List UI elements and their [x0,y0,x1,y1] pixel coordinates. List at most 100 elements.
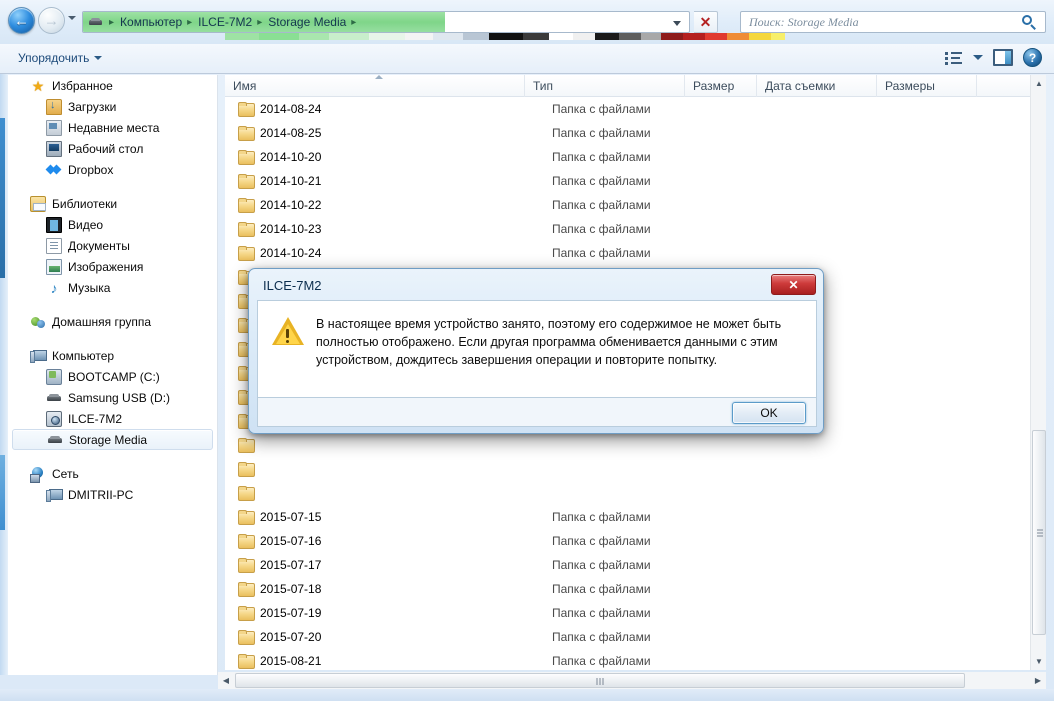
scroll-left-icon[interactable]: ◀ [218,672,234,689]
dialog-close-button[interactable]: ✕ [771,274,816,295]
organize-button[interactable]: Упорядочить [18,51,103,65]
column-header-label: Размеры [885,78,935,93]
sidebar-item-dmitrii-pc[interactable]: DMITRII-PC [8,484,217,505]
sidebar-item-[interactable]: Видео [8,214,217,235]
downloads-icon [46,98,62,115]
breadcrumb-item-device[interactable]: ILCE-7M2 [195,15,255,29]
sidebar-group-4[interactable]: Компьютер [8,345,217,366]
table-row[interactable]: 2015-07-19 Папка с файлами [225,601,1030,625]
table-row[interactable]: 2015-08-21 Папка с файлами [225,649,1030,670]
column-header-label: Дата съемки [765,78,836,93]
sidebar-group-5[interactable]: Сеть [8,463,217,484]
preview-pane-icon[interactable] [993,49,1013,66]
column-header-4[interactable]: Дата съемки [757,75,877,97]
color-swatch [369,33,405,40]
address-chevron-down-icon[interactable] [673,21,681,26]
horizontal-scrollbar[interactable]: ◀ ▶ [218,672,1046,689]
sidebar-group-label: Библиотеки [52,196,118,211]
color-swatch [405,33,433,40]
breadcrumb-item-computer[interactable]: Компьютер [117,15,185,29]
search-box[interactable]: Поиск: Storage Media [740,11,1046,33]
cell-type: Папка с файлами [552,582,651,596]
view-chevron-down-icon[interactable] [973,55,983,60]
breadcrumb: ▸ Компьютер ▸ ILCE-7M2 ▸ Storage Media ▸ [83,15,359,29]
table-row[interactable]: 2014-10-23 Папка с файлами [225,217,1030,241]
command-toolbar: Упорядочить ? [0,44,1054,74]
color-swatch [225,33,259,40]
table-row[interactable]: 2015-07-18 Папка с файлами [225,577,1030,601]
forward-button[interactable]: → [38,7,65,34]
view-options-icon[interactable] [945,50,963,66]
sidebar-item-[interactable]: Рабочий стол [8,138,217,159]
column-header-5[interactable]: Размеры [877,75,977,97]
sidebar-item-[interactable]: Документы [8,235,217,256]
dialog-title: ILCE-7M2 [263,278,322,293]
sidebar-item-[interactable]: Изображения [8,256,217,277]
table-row[interactable]: 2015-07-20 Папка с файлами [225,625,1030,649]
table-row[interactable]: 2014-08-25 Папка с файлами [225,121,1030,145]
stop-button[interactable]: ✕ [694,11,718,33]
table-row[interactable]: 2014-10-22 Папка с файлами [225,193,1030,217]
sidebar-item-label: Документы [68,238,130,253]
color-swatch [727,33,749,40]
device-icon [88,15,104,29]
sidebar-item-storage-media[interactable]: Storage Media [12,429,213,450]
column-header-2[interactable]: Тип [525,75,685,97]
sidebar-item-samsung-usb-d[interactable]: Samsung USB (D:) [8,387,217,408]
table-row[interactable]: 2014-10-20 Папка с файлами [225,145,1030,169]
dropbox-icon [46,162,62,178]
table-row[interactable] [225,481,1030,505]
recent-places-icon [46,119,62,136]
sidebar-item-[interactable]: Загрузки [8,96,217,117]
ok-button[interactable]: OK [732,402,806,424]
breadcrumb-separator: ▸ [257,16,263,28]
address-bar[interactable]: ▸ Компьютер ▸ ILCE-7M2 ▸ Storage Media ▸ [82,11,690,33]
table-row[interactable]: 2014-10-21 Папка с файлами [225,169,1030,193]
folder-icon [238,150,255,165]
color-swatch [299,33,329,40]
scroll-up-icon[interactable]: ▲ [1031,75,1047,92]
table-row[interactable] [225,433,1030,457]
breadcrumb-item-storage-media[interactable]: Storage Media [265,15,349,29]
scroll-grip-icon [1037,532,1043,533]
horizontal-scroll-thumb[interactable] [235,673,965,688]
help-icon[interactable]: ? [1023,48,1042,67]
camera-icon [46,410,62,427]
search-input[interactable]: Поиск: Storage Media [741,15,859,30]
sidebar-group-3[interactable]: Домашняя группа [8,311,217,332]
color-swatch [749,33,771,40]
sidebar-item-label: BOOTCAMP (C:) [68,369,160,384]
vertical-scrollbar[interactable]: ▲ ▼ [1030,75,1046,670]
recent-pages-chevron-down-icon[interactable] [68,16,76,20]
column-header-1[interactable]: Имя [225,75,525,97]
back-button[interactable]: ← [8,7,35,34]
sidebar-item-ilce-7m2[interactable]: ILCE-7M2 [8,408,217,429]
sidebar-item-[interactable]: Недавние места [8,117,217,138]
table-row[interactable]: 2015-07-15 Папка с файлами [225,505,1030,529]
sidebar-item-bootcamp-c[interactable]: BOOTCAMP (C:) [8,366,217,387]
sidebar-item-[interactable]: ♪ Музыка [8,277,217,298]
sidebar-group-label: Компьютер [52,348,115,363]
column-header-3[interactable]: Размер [685,75,757,97]
sidebar-item-dropbox[interactable]: Dropbox [8,159,217,180]
sidebar-group-1[interactable]: ★ Избранное [8,75,217,96]
navigation-pane[interactable]: ★ Избранное Загрузки Недавние места Рабочий … [8,75,218,675]
sidebar-item-label: Storage Media [69,432,148,447]
scroll-down-icon[interactable]: ▼ [1031,653,1047,670]
table-row[interactable]: 2015-07-17 Папка с файлами [225,553,1030,577]
cell-name: 2015-07-17 [260,558,322,572]
folder-icon [238,102,255,117]
sidebar-item-label: Недавние места [68,120,160,135]
sidebar-item-label: ILCE-7M2 [68,411,123,426]
sidebar-group-2[interactable]: Библиотеки [8,193,217,214]
table-row[interactable]: 2015-07-16 Папка с файлами [225,529,1030,553]
vertical-scroll-thumb[interactable] [1032,430,1046,635]
folder-icon [238,174,255,189]
table-row[interactable] [225,457,1030,481]
column-header-label: Имя [233,78,257,93]
libraries-icon [30,195,46,212]
table-row[interactable]: 2014-10-24 Папка с файлами [225,241,1030,265]
dialog-footer: OK [257,398,817,427]
scroll-right-icon[interactable]: ▶ [1030,672,1046,689]
table-row[interactable]: 2014-08-24 Папка с файлами [225,97,1030,121]
